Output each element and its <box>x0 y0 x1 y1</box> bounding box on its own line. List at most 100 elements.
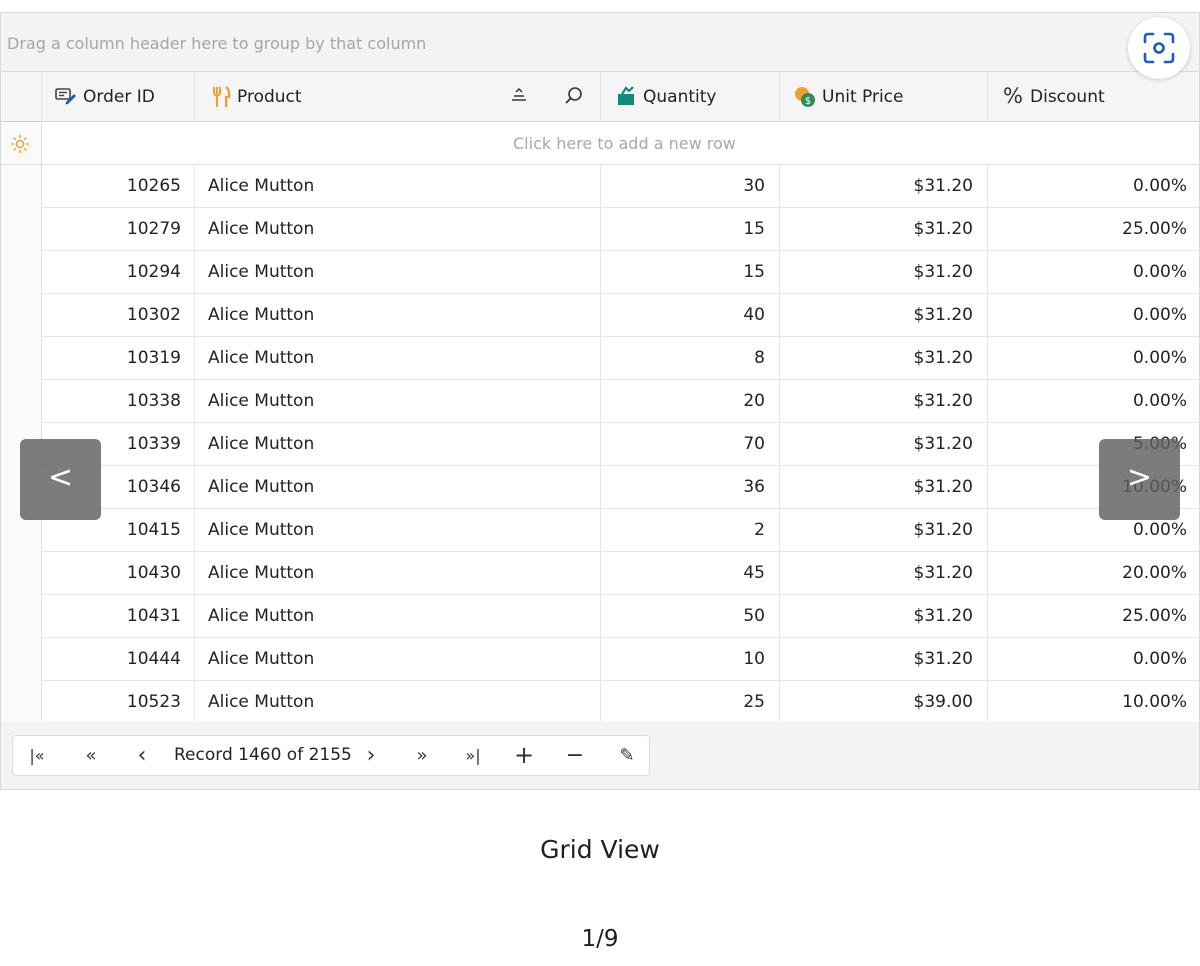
next-page-button[interactable]: » <box>404 736 440 775</box>
table-row[interactable]: 10338 Alice Mutton 20 $31.20 0.00% <box>42 380 1199 423</box>
cell-quantity[interactable]: 25 <box>601 681 780 721</box>
cell-unit-price[interactable]: $31.20 <box>780 423 988 465</box>
percent-icon: % <box>1003 84 1023 108</box>
table-row[interactable]: 10339 Alice Mutton 70 $31.20 5.00% <box>42 423 1199 466</box>
cell-unit-price[interactable]: $31.20 <box>780 595 988 637</box>
cell-quantity[interactable]: 36 <box>601 466 780 508</box>
column-header-order-id[interactable]: Order ID <box>42 72 195 121</box>
cell-product[interactable]: Alice Mutton <box>195 208 601 250</box>
cell-unit-price[interactable]: $31.20 <box>780 509 988 551</box>
cell-discount[interactable]: 0.00% <box>988 165 1199 207</box>
column-search-icon[interactable] <box>563 85 585 111</box>
table-row[interactable]: 10265 Alice Mutton 30 $31.20 0.00% <box>42 165 1199 208</box>
cell-quantity[interactable]: 20 <box>601 380 780 422</box>
cell-order-id[interactable]: 10430 <box>42 552 195 594</box>
svg-text:$: $ <box>805 96 811 107</box>
table-row[interactable]: 10430 Alice Mutton 45 $31.20 20.00% <box>42 552 1199 595</box>
cell-quantity[interactable]: 8 <box>601 337 780 379</box>
table-row[interactable]: 10523 Alice Mutton 25 $39.00 10.00% <box>42 681 1199 721</box>
cell-discount[interactable]: 0.00% <box>988 380 1199 422</box>
column-header-discount[interactable]: % Discount <box>988 72 1199 121</box>
table-row[interactable]: 10444 Alice Mutton 10 $31.20 0.00% <box>42 638 1199 681</box>
cell-order-id[interactable]: 10319 <box>42 337 195 379</box>
screenshot-button[interactable] <box>1128 17 1190 79</box>
last-record-button[interactable]: »| <box>455 736 491 775</box>
cell-product[interactable]: Alice Mutton <box>195 380 601 422</box>
column-header-product[interactable]: Product <box>195 72 601 121</box>
cell-quantity[interactable]: 15 <box>601 208 780 250</box>
cell-product[interactable]: Alice Mutton <box>195 638 601 680</box>
cell-discount[interactable]: 25.00% <box>988 208 1199 250</box>
cell-discount[interactable]: 0.00% <box>988 638 1199 680</box>
cell-order-id[interactable]: 10338 <box>42 380 195 422</box>
cell-discount[interactable]: 0.00% <box>988 337 1199 379</box>
cell-product[interactable]: Alice Mutton <box>195 595 601 637</box>
cell-quantity[interactable]: 45 <box>601 552 780 594</box>
first-record-button[interactable]: |« <box>19 736 55 775</box>
previous-record-button[interactable]: ‹ <box>124 736 160 775</box>
cell-order-id[interactable]: 10444 <box>42 638 195 680</box>
table-row[interactable]: 10431 Alice Mutton 50 $31.20 25.00% <box>42 595 1199 638</box>
table-row[interactable]: 10302 Alice Mutton 40 $31.20 0.00% <box>42 294 1199 337</box>
cell-unit-price[interactable]: $31.20 <box>780 294 988 336</box>
cell-quantity[interactable]: 10 <box>601 638 780 680</box>
cell-quantity[interactable]: 70 <box>601 423 780 465</box>
cell-order-id[interactable]: 10265 <box>42 165 195 207</box>
cell-unit-price[interactable]: $31.20 <box>780 208 988 250</box>
cell-unit-price[interactable]: $31.20 <box>780 638 988 680</box>
cell-discount[interactable]: 25.00% <box>988 595 1199 637</box>
column-header-quantity[interactable]: Quantity <box>601 72 780 121</box>
cell-product[interactable]: Alice Mutton <box>195 681 601 721</box>
cell-unit-price[interactable]: $31.20 <box>780 165 988 207</box>
cell-product[interactable]: Alice Mutton <box>195 552 601 594</box>
add-record-button[interactable]: + <box>506 736 542 775</box>
table-row[interactable]: 10346 Alice Mutton 36 $31.20 10.00% <box>42 466 1199 509</box>
next-record-button[interactable]: › <box>353 736 389 775</box>
sort-icon[interactable] <box>508 85 530 111</box>
new-row-prompt: Click here to add a new row <box>513 134 736 153</box>
cell-quantity[interactable]: 30 <box>601 165 780 207</box>
cell-product[interactable]: Alice Mutton <box>195 165 601 207</box>
table-row[interactable]: 10415 Alice Mutton 2 $31.20 0.00% <box>42 509 1199 552</box>
cell-order-id[interactable]: 10279 <box>42 208 195 250</box>
previous-slide-button[interactable]: < <box>20 439 101 520</box>
cell-order-id[interactable]: 10302 <box>42 294 195 336</box>
quantity-icon <box>616 86 638 110</box>
new-item-row[interactable]: Click here to add a new row <box>1 122 1199 165</box>
cell-order-id[interactable]: 10294 <box>42 251 195 293</box>
table-row[interactable]: 10294 Alice Mutton 15 $31.20 0.00% <box>42 251 1199 294</box>
group-panel[interactable]: Drag a column header here to group by th… <box>1 13 1199 72</box>
table-row[interactable]: 10279 Alice Mutton 15 $31.20 25.00% <box>42 208 1199 251</box>
cell-product[interactable]: Alice Mutton <box>195 509 601 551</box>
remove-record-button[interactable]: − <box>557 736 593 775</box>
cell-product[interactable]: Alice Mutton <box>195 294 601 336</box>
cell-unit-price[interactable]: $31.20 <box>780 337 988 379</box>
edit-record-button[interactable]: ✎ <box>609 736 645 775</box>
cell-quantity[interactable]: 15 <box>601 251 780 293</box>
cell-discount[interactable]: 0.00% <box>988 294 1199 336</box>
grid-footer: |« « ‹ Record 1460 of 2155 › » »| + − ✎ <box>1 722 1199 789</box>
cell-order-id[interactable]: 10523 <box>42 681 195 721</box>
cell-discount[interactable]: 20.00% <box>988 552 1199 594</box>
cell-unit-price[interactable]: $31.20 <box>780 251 988 293</box>
cell-quantity[interactable]: 40 <box>601 294 780 336</box>
next-slide-button[interactable]: > <box>1099 439 1180 520</box>
cell-discount[interactable]: 0.00% <box>988 251 1199 293</box>
cell-order-id[interactable]: 10431 <box>42 595 195 637</box>
cell-unit-price[interactable]: $31.20 <box>780 380 988 422</box>
cell-unit-price[interactable]: $31.20 <box>780 466 988 508</box>
cell-discount[interactable]: 10.00% <box>988 681 1199 721</box>
unit-price-icon: $ <box>793 86 817 112</box>
cell-unit-price[interactable]: $39.00 <box>780 681 988 721</box>
cell-product[interactable]: Alice Mutton <box>195 337 601 379</box>
cell-unit-price[interactable]: $31.20 <box>780 552 988 594</box>
cell-product[interactable]: Alice Mutton <box>195 466 601 508</box>
cell-product[interactable]: Alice Mutton <box>195 423 601 465</box>
grid-rows: 10265 Alice Mutton 30 $31.20 0.00% 10279… <box>42 165 1199 721</box>
cell-quantity[interactable]: 50 <box>601 595 780 637</box>
column-header-unit-price[interactable]: $ Unit Price <box>780 72 988 121</box>
cell-product[interactable]: Alice Mutton <box>195 251 601 293</box>
table-row[interactable]: 10319 Alice Mutton 8 $31.20 0.00% <box>42 337 1199 380</box>
previous-page-button[interactable]: « <box>73 736 109 775</box>
cell-quantity[interactable]: 2 <box>601 509 780 551</box>
